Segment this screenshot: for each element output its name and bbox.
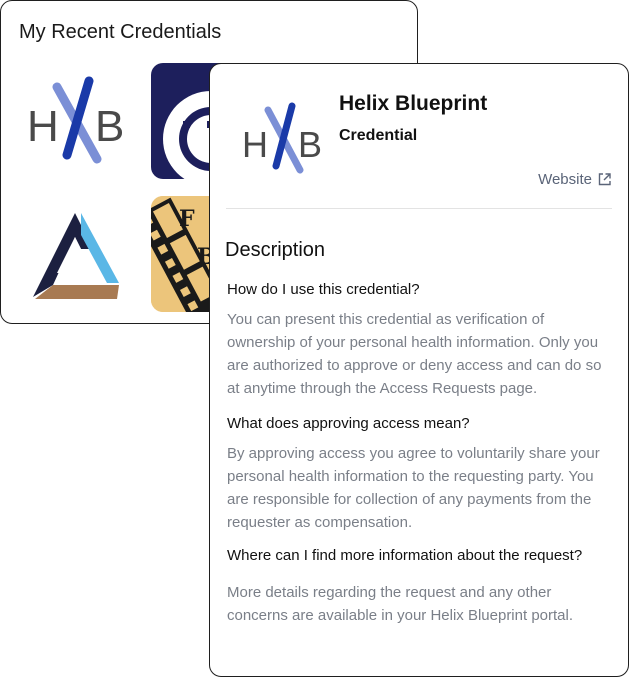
hxb-logo-icon: H B: [27, 76, 124, 164]
credential-type: Credential: [339, 127, 418, 144]
faq-item: How do I use this credential? You can pr…: [227, 280, 610, 400]
faq-question: What does approving access mean?: [227, 415, 470, 432]
svg-text:B: B: [95, 102, 124, 151]
faq-answer: By approving access you agree to volunta…: [227, 445, 600, 531]
credential-title: Helix Blueprint: [339, 92, 488, 115]
faq-question: How do I use this credential?: [227, 281, 420, 298]
svg-text:H: H: [242, 124, 268, 165]
hxb-logo-icon: H B: [242, 102, 322, 174]
faq-item: What does approving access mean? By appr…: [227, 414, 610, 534]
faq-answer: More details regarding the request and a…: [227, 584, 574, 624]
credential-tile-triangle[interactable]: [23, 201, 127, 305]
triangle-logo-icon: [33, 213, 119, 299]
credential-logo: H B: [240, 102, 326, 178]
description-heading: Description: [225, 239, 326, 261]
recent-credentials-title: My Recent Credentials: [19, 21, 222, 43]
credential-detail-card: H B Helix Blueprint Credential Website D…: [209, 63, 629, 677]
external-link-icon: [598, 173, 611, 186]
credential-tile-helix-blueprint[interactable]: H B: [23, 71, 127, 175]
website-link[interactable]: Website: [538, 171, 611, 188]
faq-question: Where can I find more information about …: [227, 547, 583, 564]
faq-answer: You can present this credential as verif…: [227, 311, 602, 397]
website-link-label: Website: [538, 171, 592, 188]
film-letter-f: F: [179, 206, 195, 232]
svg-text:B: B: [298, 124, 322, 165]
svg-text:H: H: [27, 102, 59, 151]
faq-item: Where can I find more information about …: [227, 546, 610, 627]
header-divider: [226, 208, 612, 209]
